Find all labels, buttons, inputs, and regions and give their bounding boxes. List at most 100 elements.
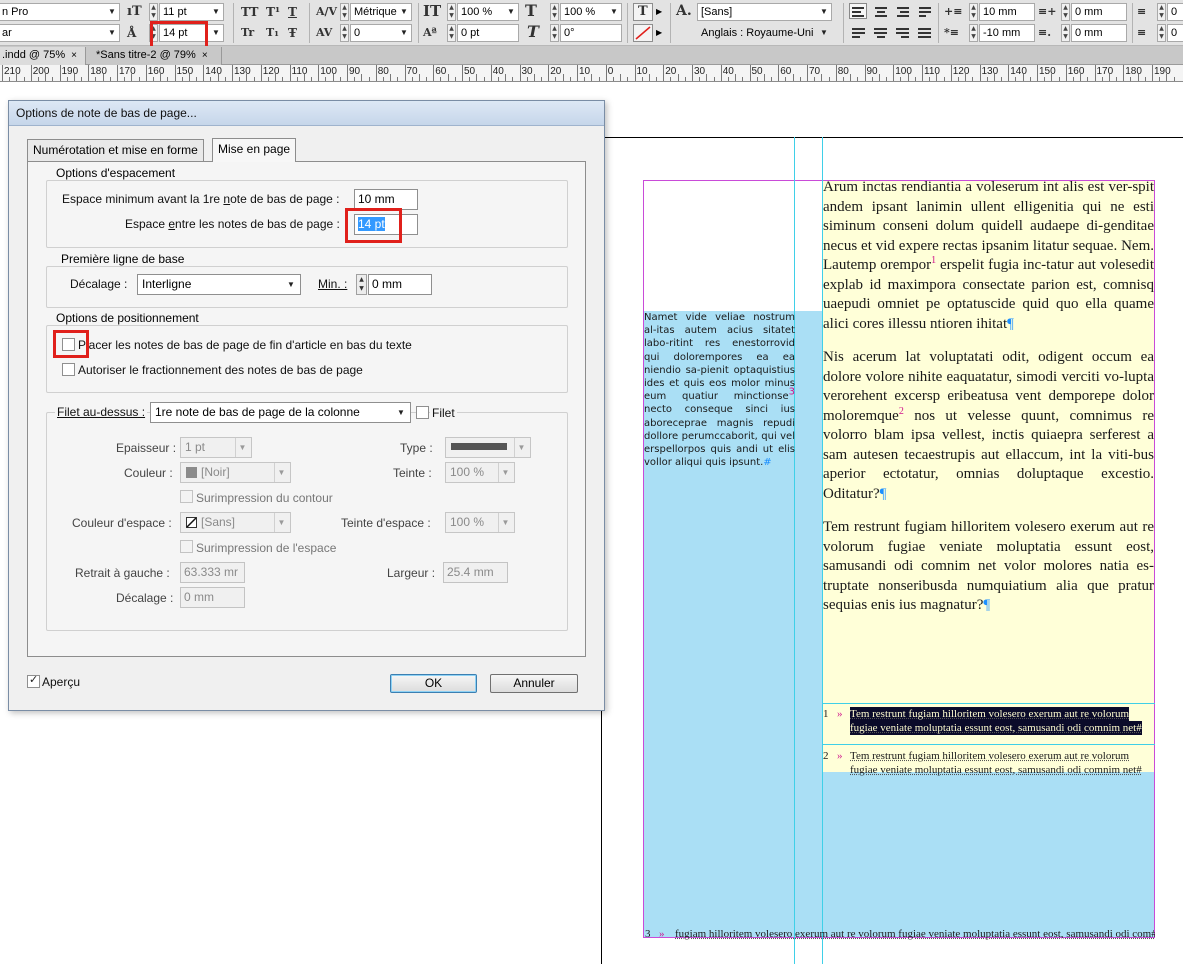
character-style-select[interactable]: [Sans] ▼ [697, 3, 832, 21]
ruler-tick [749, 65, 751, 81]
horizontal-scale-stepper[interactable]: ▲ ▼ [550, 3, 559, 21]
ruler-label: 100 [320, 66, 337, 77]
text-stroke-button[interactable] [633, 24, 653, 42]
kerning-select[interactable]: Métrique ▼ [350, 3, 412, 21]
overprint-gap-checkbox[interactable] [180, 540, 193, 553]
ruler-minor-tick [454, 77, 456, 81]
baseline-min-input[interactable]: 0 mm [368, 274, 432, 295]
right-indent-input[interactable]: 0 mm [1071, 3, 1127, 21]
space-after-stepper[interactable]: ▲ ▼ [1061, 24, 1070, 42]
ruler-minor-tick [569, 77, 571, 81]
footnote-2: 2 » Tem restrunt fugiam hilloritem voles… [823, 750, 1142, 776]
ruler-tick [720, 65, 722, 81]
close-icon[interactable]: × [71, 50, 77, 61]
drop-cap-lines-input[interactable]: 0 [1167, 3, 1183, 21]
left-indent-stepper[interactable]: ▲ ▼ [969, 3, 978, 21]
weight-select[interactable]: 1 pt ▼ [180, 437, 252, 458]
gap-tint-select[interactable]: 100 % ▼ [445, 512, 515, 533]
tab-indd-document[interactable]: .indd @ 75% × [0, 47, 86, 65]
vertical-scale-stepper[interactable]: ▲ ▼ [447, 3, 456, 21]
right-indent-stepper[interactable]: ▲ ▼ [1061, 3, 1070, 21]
font-family-select[interactable]: n Pro ▼ [0, 3, 120, 21]
stroke-options-arrow[interactable]: ▶ [656, 28, 662, 37]
align-center-button[interactable] [871, 3, 889, 19]
kerning-stepper[interactable]: ▲ ▼ [340, 3, 349, 21]
language-select[interactable]: Anglais : Royaume-Uni ▼ [697, 24, 832, 42]
all-caps-button[interactable]: TT [241, 4, 258, 20]
ruler-minor-tick [354, 77, 356, 81]
close-icon[interactable]: × [202, 50, 208, 61]
ok-button[interactable]: OK [390, 674, 477, 693]
skew-input[interactable]: 0° [560, 24, 622, 42]
ruler-minor-tick [9, 77, 11, 81]
font-style-select[interactable]: ar ▼ [0, 24, 120, 42]
skew-stepper[interactable]: ▲ ▼ [550, 24, 559, 42]
tracking-select[interactable]: 0 ▼ [350, 24, 412, 42]
rule-on-checkbox[interactable] [416, 406, 429, 419]
tracking-stepper[interactable]: ▲ ▼ [340, 24, 349, 42]
width-label: Largeur : [387, 566, 436, 580]
ruler-minor-tick [1130, 77, 1132, 81]
ruler-tick [950, 65, 952, 81]
cancel-button[interactable]: Annuler [490, 674, 578, 693]
justify-all-button[interactable] [915, 24, 933, 40]
drop-cap-chars-stepper[interactable]: ▲ ▼ [1157, 24, 1166, 42]
subscript-button[interactable]: T₁ [266, 25, 279, 41]
rule-offset-input[interactable]: 0 mm [180, 587, 245, 608]
left-indent-input[interactable]: 10 mm [979, 3, 1035, 21]
page-left-edge [601, 700, 602, 964]
place-end-label: Placer les notes de bas de page de fin d… [78, 338, 412, 352]
ruler-minor-tick [181, 77, 183, 81]
fill-options-arrow[interactable]: ▶ [656, 7, 662, 16]
justify-right-button[interactable] [893, 24, 911, 40]
tint-select[interactable]: 100 % ▼ [445, 462, 515, 483]
baseline-min-stepper[interactable]: ▲ ▼ [356, 274, 367, 295]
dialog-title-bar[interactable]: Options de note de bas de page... [9, 101, 604, 126]
left-indent-label: Retrait à gauche : [75, 566, 170, 580]
min-space-input[interactable]: 10 mm [354, 189, 418, 210]
baseline-shift-input[interactable]: 0 pt [457, 24, 519, 42]
align-left-button[interactable] [849, 3, 867, 19]
rule-above-select[interactable]: 1re note de bas de page de la colonne ▼ [150, 402, 411, 423]
left-indent-input[interactable]: 63.333 mr [180, 562, 245, 583]
preview-checkbox[interactable]: ✓ [27, 673, 40, 688]
type-select[interactable]: ▼ [445, 437, 531, 458]
tab-mise-en-page[interactable]: Mise en page [212, 138, 297, 162]
horizontal-scale-select[interactable]: 100 % ▼ [560, 3, 622, 21]
font-size-stepper[interactable]: ▲ ▼ [149, 3, 158, 21]
superscript-button[interactable]: T¹ [266, 4, 280, 20]
first-line-indent-stepper[interactable]: ▲ ▼ [969, 24, 978, 42]
first-line-indent-input[interactable]: -10 mm [979, 24, 1035, 42]
ruler-minor-tick [1022, 74, 1024, 81]
strikethrough-button[interactable]: Ŧ [288, 25, 297, 41]
ruler-tick [232, 65, 233, 81]
ruler-minor-tick [23, 77, 25, 81]
allow-split-checkbox[interactable] [62, 363, 75, 376]
align-towards-spine-button[interactable] [915, 3, 933, 19]
text-fill-button[interactable]: T [633, 3, 653, 21]
tab-numerotation[interactable]: Numérotation et mise en forme [27, 139, 204, 162]
ruler-minor-tick [850, 74, 852, 81]
align-right-button[interactable] [893, 3, 911, 19]
font-size-select[interactable]: 11 pt ▼ [159, 3, 224, 21]
vertical-scale-select[interactable]: 100 % ▼ [457, 3, 519, 21]
color-select[interactable]: [Noir] ▼ [180, 462, 291, 483]
overprint-stroke-checkbox[interactable] [180, 490, 193, 503]
drop-cap-stepper[interactable]: ▲ ▼ [1157, 3, 1166, 21]
gap-color-select[interactable]: [Sans] ▼ [180, 512, 291, 533]
horizontal-ruler[interactable]: 210 200 190 180 170 160 150 140 130 120 110 100 90 80… [0, 65, 1183, 82]
control-bar: n Pro ▼ ar ▼ ıT ▲ ▼ 11 pt ▼ Å ▲ ▼ 14 pt ▼ TT T… [0, 0, 1183, 51]
ruler-tick [88, 65, 90, 81]
document-tab-bar: .indd @ 75% × *Sans titre-2 @ 79% × [0, 46, 1183, 65]
width-input[interactable]: 25.4 mm [443, 562, 508, 583]
justify-left-button[interactable] [849, 24, 867, 40]
baseline-offset-select[interactable]: Interligne ▼ [137, 274, 301, 295]
space-after-input[interactable]: 0 mm [1071, 24, 1127, 42]
tab-sans-titre-2[interactable]: *Sans titre-2 @ 79% × [90, 47, 222, 65]
baseline-shift-stepper[interactable]: ▲ ▼ [447, 24, 456, 42]
ruler-minor-tick [239, 77, 241, 81]
justify-center-button[interactable] [871, 24, 889, 40]
drop-cap-chars-input[interactable]: 0 [1167, 24, 1183, 42]
underline-button[interactable]: T [288, 4, 297, 20]
small-caps-button[interactable]: Tr [241, 25, 254, 41]
